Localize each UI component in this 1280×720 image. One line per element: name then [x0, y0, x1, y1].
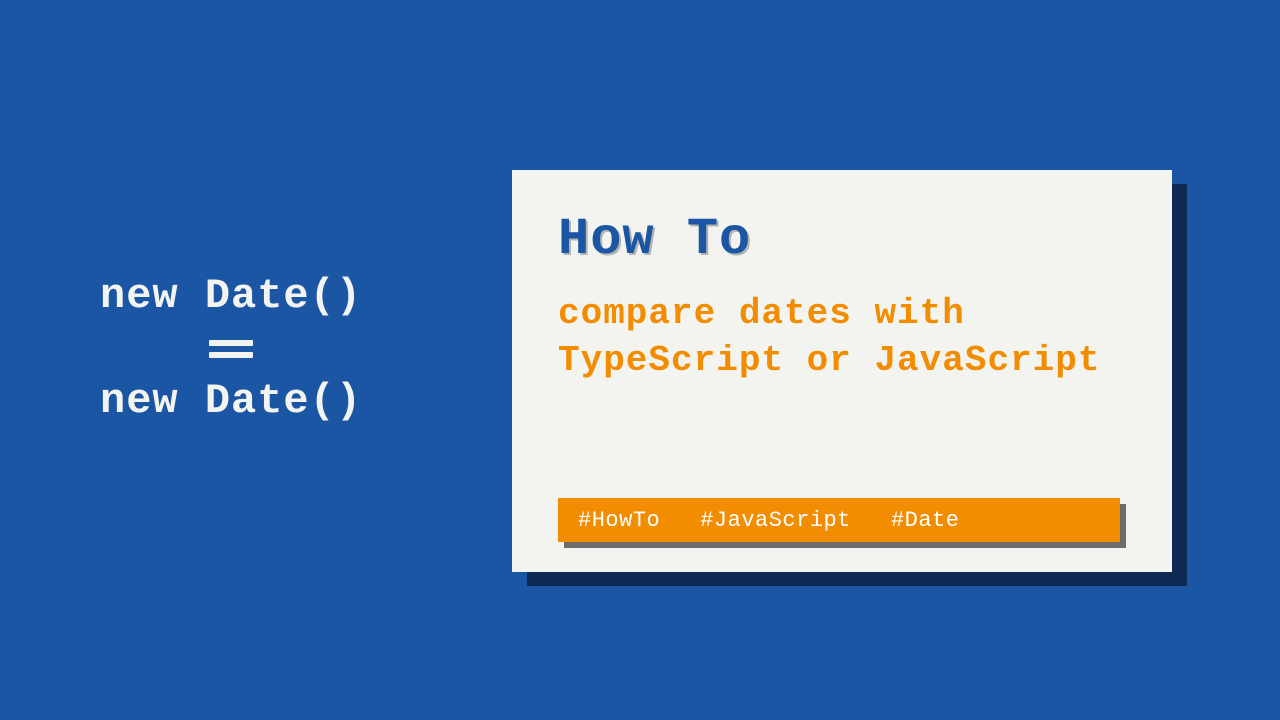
code-line-3: new Date()	[100, 375, 362, 428]
code-line-1: new Date()	[100, 270, 362, 323]
title-card: How To compare dates with TypeScript or …	[512, 170, 1172, 572]
code-snippet: new Date() new Date()	[100, 270, 362, 428]
tag-bar: #HowTo #JavaScript #Date	[558, 498, 1120, 542]
tag-item: #HowTo	[578, 508, 660, 533]
code-line-equals	[100, 323, 362, 376]
tag-item: #Date	[891, 508, 960, 533]
equals-icon	[209, 330, 253, 366]
tag-item: #JavaScript	[700, 508, 851, 533]
card-heading: How To	[558, 210, 1126, 269]
